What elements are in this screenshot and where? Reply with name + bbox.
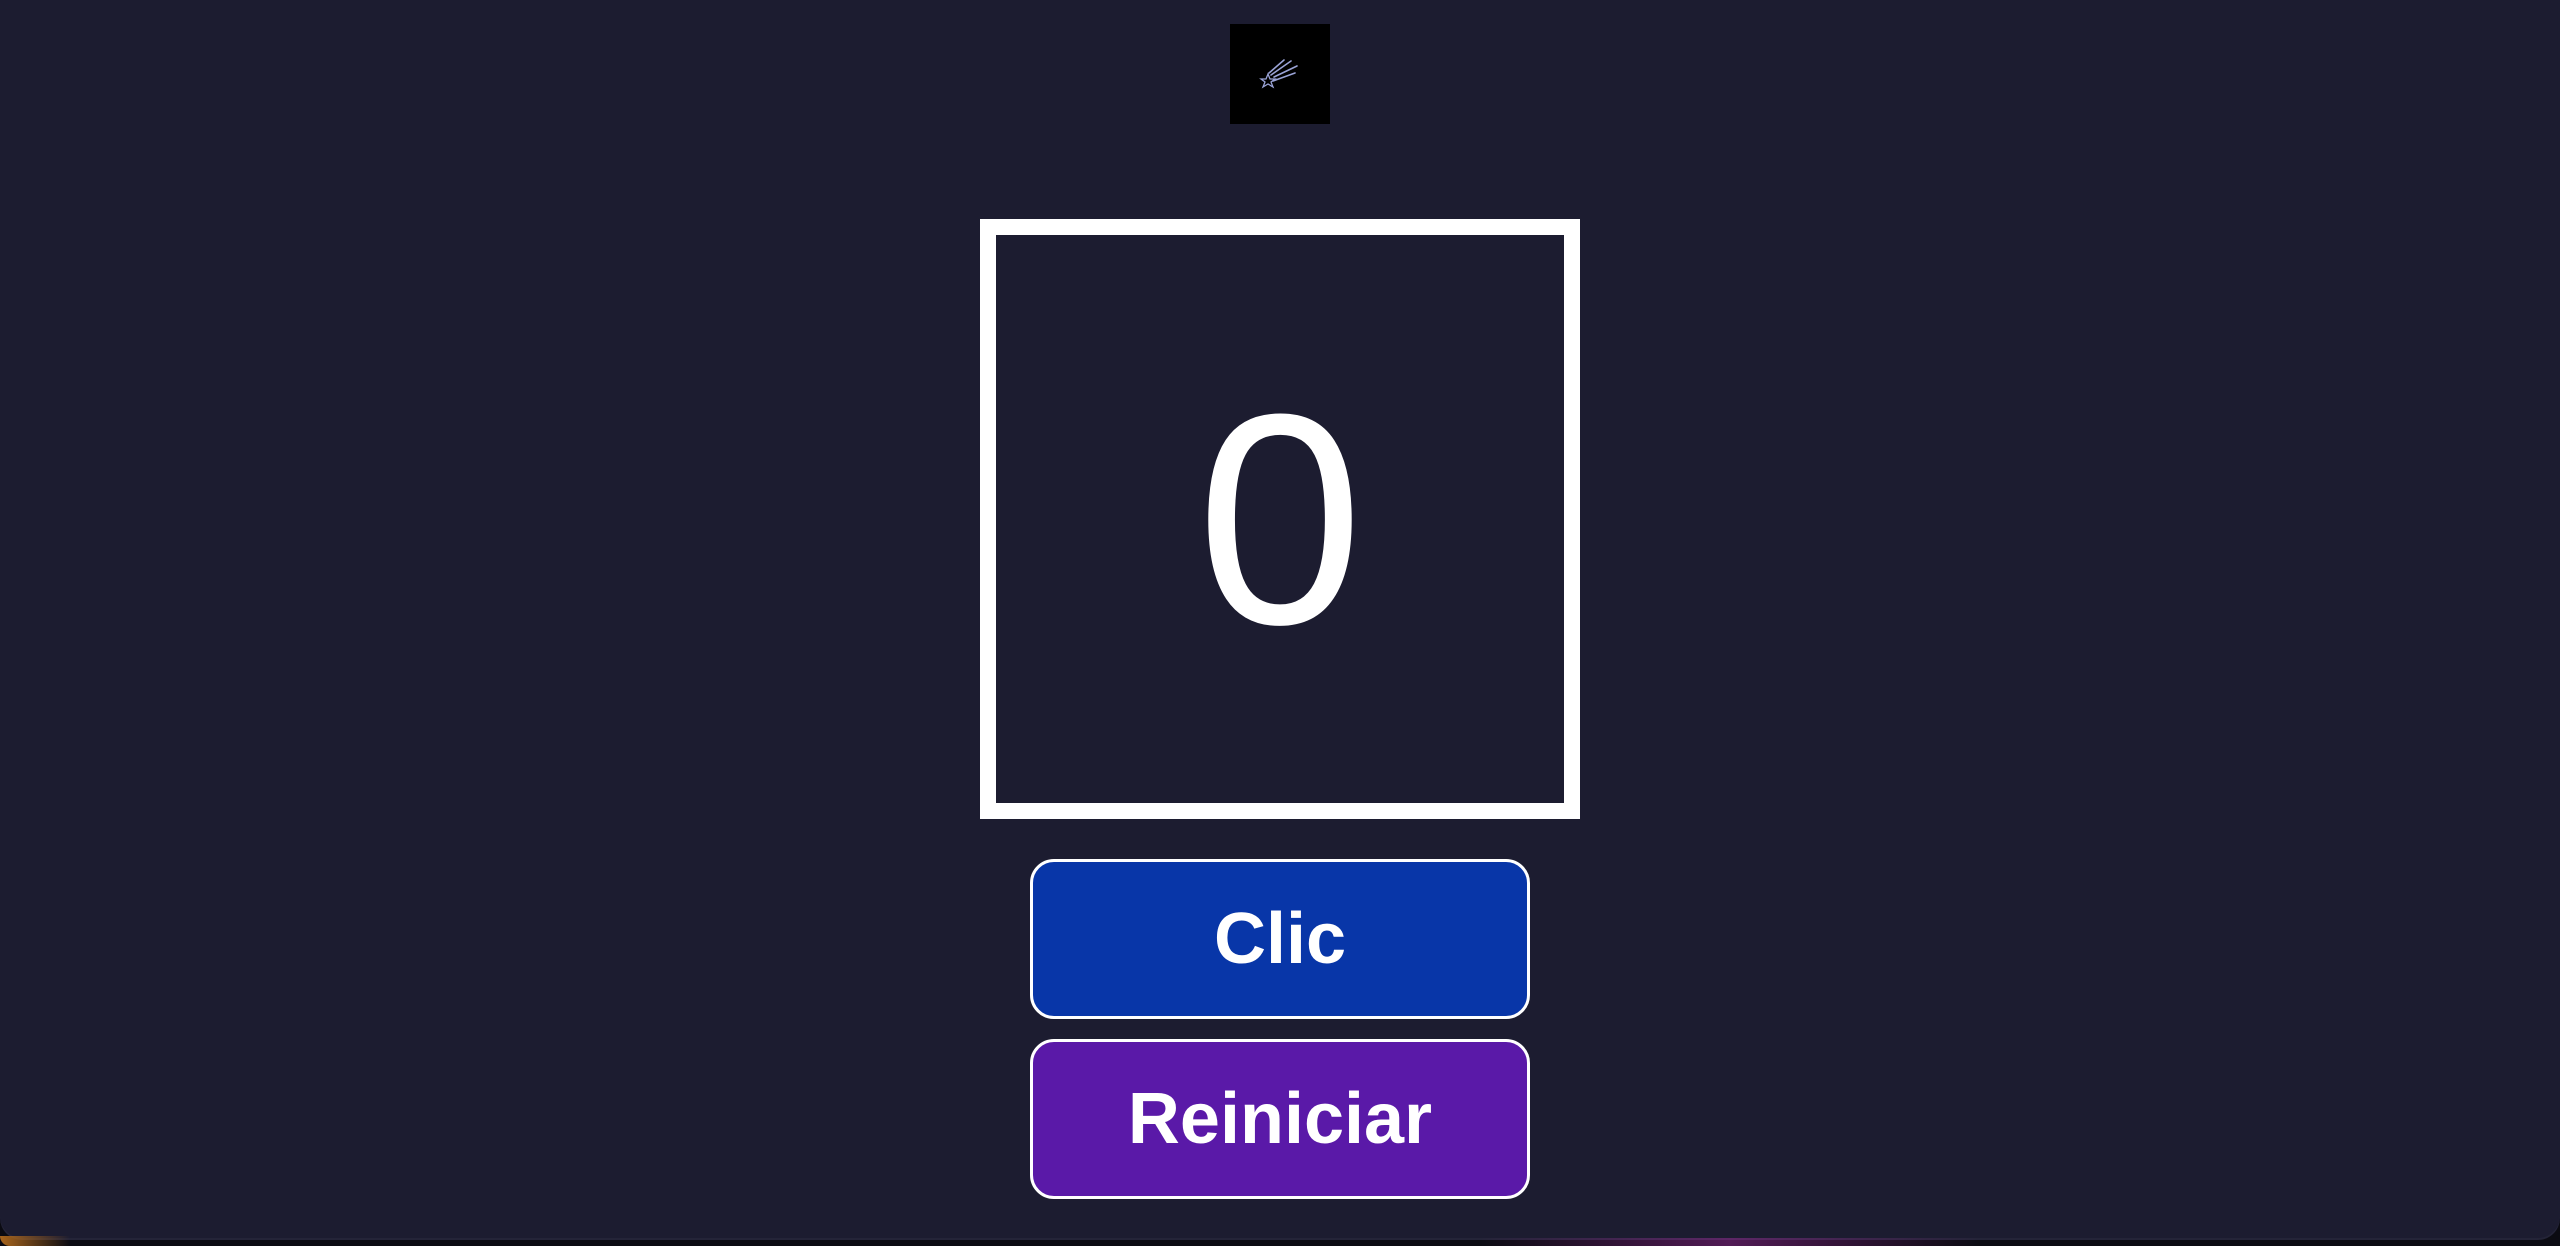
counter-display: 0 xyxy=(980,219,1580,819)
click-button[interactable]: Clic xyxy=(1030,859,1530,1019)
counter-value: 0 xyxy=(1196,351,1364,687)
reset-button[interactable]: Reiniciar xyxy=(1030,1039,1530,1199)
bottom-edge-glow-right xyxy=(1480,1238,1980,1246)
reset-button-label: Reiniciar xyxy=(1127,1079,1433,1159)
shooting-star-icon xyxy=(1259,59,1298,89)
logo xyxy=(1230,24,1330,124)
app-window: 0 Clic Reiniciar xyxy=(0,0,2560,1240)
bottom-edge-glow-left xyxy=(0,1236,70,1246)
click-button-label: Clic xyxy=(1213,899,1347,979)
